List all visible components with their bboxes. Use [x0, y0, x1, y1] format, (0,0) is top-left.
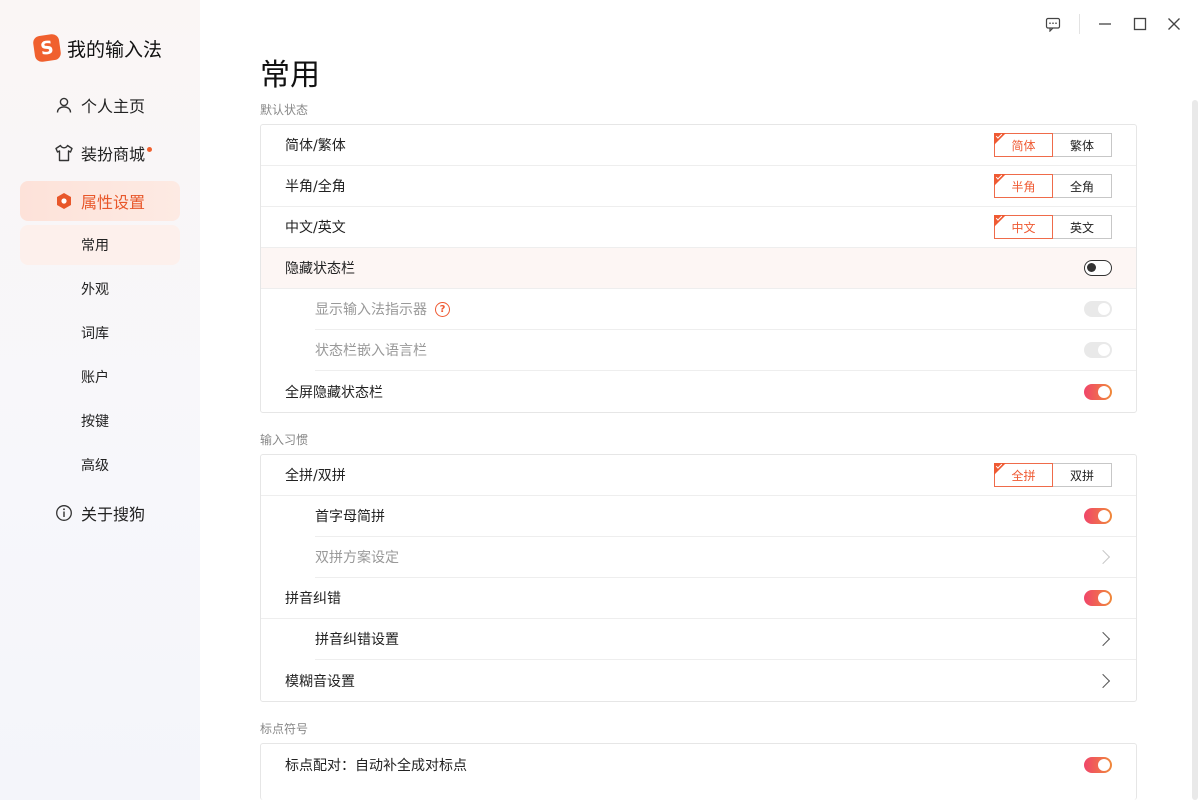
hexagon-settings-icon	[54, 191, 74, 211]
toggle-pinyin-correction[interactable]	[1084, 590, 1112, 606]
section-label-default-state: 默认状态	[260, 103, 309, 117]
row-label: 简体/繁体	[285, 138, 346, 154]
row-punctuation-pairing: 标点配对：自动补全成对标点	[261, 744, 1136, 785]
toggle-embed-language-bar[interactable]	[1084, 342, 1112, 358]
sidebar-item-about[interactable]: 关于搜狗	[20, 493, 180, 533]
sidebar-subitem-keys[interactable]: 按键	[20, 401, 180, 441]
segmented-chinese-english: 中文 英文	[994, 214, 1112, 239]
scrollbar[interactable]	[1192, 100, 1198, 800]
row-label: 中文/英文	[285, 220, 346, 236]
segmented-simplified-traditional: 简体 繁体	[994, 132, 1112, 157]
option-full-pinyin[interactable]: 全拼	[994, 462, 1053, 487]
row-label: 状态栏嵌入语言栏	[315, 343, 427, 359]
sidebar-subitem-advanced[interactable]: 高级	[20, 445, 180, 485]
option-chinese[interactable]: 中文	[994, 214, 1053, 239]
row-hide-status-bar: 隐藏状态栏	[261, 248, 1136, 289]
sidebar-item-store[interactable]: 装扮商城	[20, 133, 180, 173]
toggle-punctuation-pairing[interactable]	[1084, 756, 1112, 773]
tshirt-icon	[54, 143, 74, 163]
chevron-right-icon	[1095, 549, 1111, 565]
row-initials-abbrev: 首字母简拼	[315, 496, 1136, 537]
row-label: 显示输入法指示器	[315, 302, 427, 318]
option-simplified[interactable]: 简体	[994, 132, 1053, 157]
sidebar-item-label: 属性设置	[81, 193, 146, 212]
row-chinese-english: 中文/英文 中文 英文	[261, 207, 1136, 248]
brand: S 我的输入法	[32, 33, 163, 63]
sogou-logo-icon: S	[32, 33, 62, 63]
sidebar-item-label: 个人主页	[81, 97, 146, 116]
help-icon[interactable]: ?	[435, 301, 450, 317]
sidebar-subitem-account[interactable]: 账户	[20, 357, 180, 397]
info-icon	[54, 503, 74, 523]
toggle-initials-abbrev[interactable]	[1084, 508, 1112, 524]
sidebar-subitem-dictionary[interactable]: 词库	[20, 313, 180, 353]
segmented-full-double-pinyin: 全拼 双拼	[994, 462, 1112, 487]
row-simplified-traditional: 简体/繁体 简体 繁体	[261, 125, 1136, 166]
option-english[interactable]: 英文	[1053, 215, 1112, 239]
close-icon[interactable]	[1160, 10, 1188, 38]
row-label: 全拼/双拼	[285, 468, 346, 484]
toggle-fullscreen-hide-status-bar[interactable]	[1084, 383, 1112, 400]
sidebar-item-label: 关于搜狗	[81, 505, 146, 524]
row-fullscreen-hide-status-bar: 全屏隐藏状态栏	[261, 371, 1136, 412]
row-label: 模糊音设置	[285, 673, 355, 690]
option-half-width[interactable]: 半角	[994, 173, 1053, 198]
segmented-half-full-width: 半角 全角	[994, 173, 1112, 198]
user-icon	[54, 95, 74, 115]
toggle-show-indicator[interactable]	[1084, 301, 1112, 317]
row-label: 标点配对：自动补全成对标点	[285, 757, 467, 774]
option-traditional[interactable]: 繁体	[1053, 133, 1112, 157]
row-fuzzy-pinyin-settings[interactable]: 模糊音设置	[261, 660, 1136, 701]
row-label: 半角/全角	[285, 179, 346, 195]
section-label-input-habits: 输入习惯	[260, 433, 309, 447]
sidebar-subitem-common[interactable]: 常用	[20, 225, 180, 265]
card-punctuation: 标点配对：自动补全成对标点	[260, 743, 1137, 800]
option-double-pinyin[interactable]: 双拼	[1053, 463, 1112, 487]
row-pinyin-correction-settings[interactable]: 拼音纠错设置	[315, 619, 1136, 660]
chevron-right-icon	[1095, 673, 1111, 688]
sidebar-subitem-appearance[interactable]: 外观	[20, 269, 180, 309]
row-pinyin-correction: 拼音纠错	[261, 578, 1136, 619]
row-label: 拼音纠错	[285, 591, 341, 607]
app-title: 我的输入法	[67, 38, 163, 61]
notification-dot	[147, 146, 153, 152]
sidebar: S 我的输入法 个人主页 装扮商城 属性设置 常用 外观 词库 账户 按键 高级…	[0, 0, 200, 800]
row-label: 拼音纠错设置	[315, 632, 399, 648]
sidebar-item-profile[interactable]: 个人主页	[20, 85, 180, 125]
feedback-icon[interactable]	[1039, 10, 1067, 38]
row-label: 隐藏状态栏	[285, 261, 355, 277]
row-full-double-pinyin: 全拼/双拼 全拼 双拼	[261, 455, 1136, 496]
minimize-icon[interactable]	[1091, 10, 1119, 38]
page-title: 常用	[260, 58, 320, 93]
maximize-icon[interactable]	[1126, 10, 1154, 38]
toggle-hide-status-bar[interactable]	[1084, 260, 1112, 276]
row-double-pinyin-scheme[interactable]: 双拼方案设定	[315, 537, 1136, 578]
chevron-right-icon	[1095, 631, 1111, 647]
row-label: 双拼方案设定	[315, 550, 399, 566]
row-embed-language-bar: 状态栏嵌入语言栏	[315, 330, 1136, 371]
sidebar-item-label: 装扮商城	[81, 145, 146, 164]
card-input-habits: 全拼/双拼 全拼 双拼 首字母简拼 双拼方案设定 拼音纠错 拼音纠错设置 模糊音…	[260, 454, 1137, 702]
sidebar-item-settings[interactable]: 属性设置	[20, 181, 180, 221]
row-label: 首字母简拼	[315, 509, 385, 525]
window-controls-divider	[1079, 14, 1080, 34]
section-label-punctuation: 标点符号	[260, 722, 309, 736]
row-label: 全屏隐藏状态栏	[285, 384, 383, 401]
row-show-indicator: 显示输入法指示器 ?	[315, 289, 1136, 330]
card-default-state: 简体/繁体 简体 繁体 半角/全角 半角 全角 中文/英文 中文 英文 隐藏状态…	[260, 124, 1137, 413]
option-full-width[interactable]: 全角	[1053, 174, 1112, 198]
row-half-full-width: 半角/全角 半角 全角	[261, 166, 1136, 207]
